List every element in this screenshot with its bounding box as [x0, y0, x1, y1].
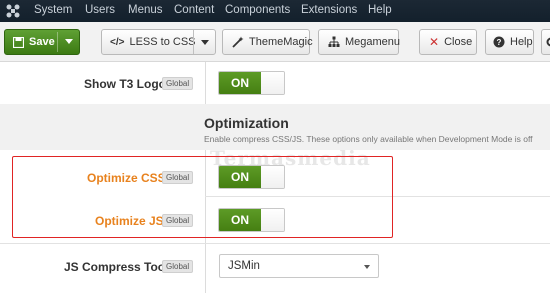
- menu-users[interactable]: Users: [85, 4, 115, 16]
- magic-wand-icon: [232, 36, 244, 48]
- admin-menubar: System Users Menus Content Components Ex…: [0, 0, 550, 22]
- gear-icon: [545, 36, 550, 48]
- close-button[interactable]: ✕ Close: [419, 29, 477, 55]
- chevron-down-icon: [364, 265, 370, 269]
- global-badge: Global: [162, 260, 194, 273]
- section-description: Enable compress CSS/JS. These options on…: [204, 134, 533, 144]
- options-button[interactable]: [541, 29, 550, 55]
- menu-system[interactable]: System: [34, 4, 72, 16]
- help-button[interactable]: ? Help: [485, 29, 534, 55]
- less-to-css-button[interactable]: </> LESS to CSS: [101, 29, 216, 55]
- save-icon: [13, 36, 24, 48]
- global-badge: Global: [162, 77, 194, 90]
- show-t3-logo-toggle[interactable]: ON: [218, 71, 285, 95]
- js-compress-tool-select[interactable]: JSMin: [219, 254, 379, 278]
- save-label: Save: [29, 36, 55, 48]
- menu-extensions[interactable]: Extensions: [301, 4, 357, 16]
- less-dropdown-chevron-icon[interactable]: [201, 40, 209, 45]
- megamenu-label: Megamenu: [345, 36, 401, 48]
- joomla-logo-icon[interactable]: [5, 3, 21, 19]
- megamenu-button[interactable]: Megamenu: [318, 29, 401, 55]
- menu-components[interactable]: Components: [225, 4, 290, 16]
- show-t3-logo-label: Show T3 Logo: [84, 77, 166, 91]
- thememagic-label: ThemeMagic: [249, 36, 313, 48]
- menu-help[interactable]: Help: [368, 4, 392, 16]
- save-button[interactable]: Save: [4, 29, 80, 55]
- menu-content[interactable]: Content: [174, 4, 214, 16]
- highlight-annotation-box: [12, 156, 393, 238]
- toggle-on-label: ON: [219, 72, 261, 94]
- menu-menus[interactable]: Menus: [128, 4, 163, 16]
- sitemap-icon: [328, 36, 340, 48]
- question-circle-icon: ?: [493, 36, 505, 48]
- help-label: Help: [510, 36, 533, 48]
- code-icon: </>: [110, 36, 125, 48]
- close-label: Close: [444, 36, 473, 48]
- thememagic-button[interactable]: ThemeMagic: [222, 29, 313, 55]
- select-value: JSMin: [228, 260, 260, 272]
- js-compress-tool-label: JS Compress Tool: [64, 260, 169, 274]
- less-to-css-label: LESS to CSS: [129, 36, 196, 48]
- save-dropdown-chevron-icon[interactable]: [65, 39, 73, 44]
- close-icon: ✕: [429, 35, 440, 49]
- section-title: Optimization: [204, 115, 289, 131]
- toolbar: Save </> LESS to CSS ThemeMagic Megamenu…: [0, 22, 550, 62]
- svg-text:?: ?: [497, 38, 502, 47]
